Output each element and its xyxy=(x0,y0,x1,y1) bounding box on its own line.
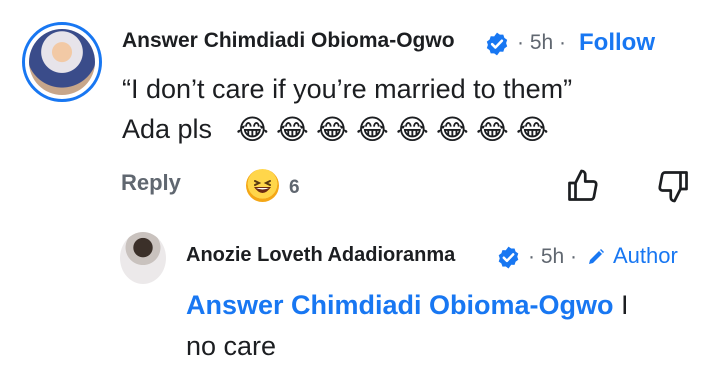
author-badge: Author xyxy=(585,243,678,269)
verified-badge-icon xyxy=(498,246,519,269)
avatar[interactable] xyxy=(22,22,102,102)
mention-link[interactable]: Answer Chimdiadi Obioma-Ogwo xyxy=(186,290,614,320)
reply-text-line2: no care xyxy=(186,331,277,361)
grinning-squinting-face-icon-glyph xyxy=(254,180,271,193)
reply-button[interactable]: Reply xyxy=(121,170,181,196)
tears-of-joy-emoji: 😂 xyxy=(396,114,429,145)
thumbs-up-icon[interactable] xyxy=(565,168,601,204)
grinning-squinting-face-icon[interactable] xyxy=(246,169,279,202)
tears-of-joy-emoji: 😂 xyxy=(516,114,549,145)
tears-of-joy-emoji: 😂 xyxy=(436,114,469,145)
tears-of-joy-emoji: 😂 xyxy=(236,114,269,145)
comment-time: · 5h · xyxy=(517,31,567,54)
comment-text-line2: Ada pls xyxy=(122,114,212,145)
tears-of-joy-emoji: 😂 xyxy=(316,114,349,145)
avatar-image xyxy=(29,29,95,95)
reply-text-line1: Answer Chimdiadi Obioma-Ogwo I xyxy=(186,290,629,321)
reply-author-name[interactable]: Anozie Loveth Adadioranma xyxy=(186,244,455,267)
comment-text-line2-text: Ada pls xyxy=(122,114,213,144)
reply-time: · 5h · xyxy=(528,245,578,268)
follow-button[interactable]: Follow xyxy=(579,29,655,57)
comment-text-line1: “I don’t care if you’re married to them” xyxy=(122,74,573,104)
tears-of-joy-emoji: 😂 xyxy=(276,114,309,145)
pencil-icon xyxy=(589,249,604,264)
reaction-count: 6 xyxy=(289,177,300,198)
thumbs-down-icon[interactable] xyxy=(655,168,691,204)
verified-badge-icon xyxy=(486,32,508,56)
tears-of-joy-emoji: 😂 xyxy=(356,114,389,145)
comment-author-name[interactable]: Answer Chimdiadi Obioma-Ogwo xyxy=(122,29,455,53)
author-badge-label: Author xyxy=(613,243,678,268)
tears-of-joy-emoji: 😂 xyxy=(476,114,509,145)
reply-text-suffix: I xyxy=(613,290,629,320)
reply-avatar[interactable] xyxy=(120,232,166,284)
comment: Answer Chimdiadi Obioma-Ogwo · 5h · Foll… xyxy=(0,0,720,215)
